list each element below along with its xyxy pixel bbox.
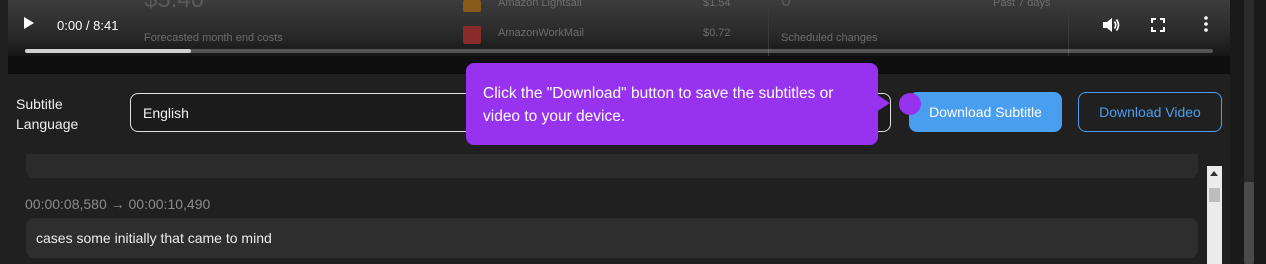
tooltip-arrow [876,94,890,112]
download-subtitle-button[interactable]: Download Subtitle [909,92,1062,132]
video-scheduled-text: Scheduled changes [781,32,878,44]
cue-text: cases some initially that came to mind [36,230,272,246]
video-service-2: AmazonWorkMail [498,27,584,39]
scrollbar-thumb[interactable] [1244,182,1254,264]
video-price-1: $1.54 [703,0,731,9]
video-divider [1068,0,1069,56]
tooltip-text: Click the "Download" button to save the … [483,85,834,125]
workmail-icon [463,26,481,44]
list-item[interactable]: cases some initially that came to mind [26,218,1198,258]
language-select-value: English [143,105,189,121]
more-vertical-icon[interactable] [1204,16,1208,32]
volume-icon[interactable] [1101,17,1121,33]
video-past-text: Past 7 days [993,0,1051,9]
lightsail-icon [463,0,481,12]
scroll-up-icon[interactable] [1210,171,1218,176]
subtitle-language-label: Subtitle Language [16,96,79,132]
video-count: 0 [781,0,792,10]
fullscreen-icon[interactable] [1151,18,1165,32]
video-amount-text: $5.40 [144,0,204,14]
video-price-2: $0.72 [703,27,731,39]
tooltip-hotspot [899,93,921,115]
page: $5.40 Forecasted month end costs Amazon … [0,0,1266,264]
page-scrollbar[interactable] [1230,0,1266,264]
list-item[interactable] [26,154,1198,178]
video-frame: $5.40 Forecasted month end costs Amazon … [8,0,1230,56]
play-icon[interactable] [24,17,34,29]
cue-timestamp: 00:00:08,580 → 00:00:10,490 [25,196,211,212]
video-service-1: Amazon Lightsail [498,0,582,9]
video-forecast-text: Forecasted month end costs [144,32,283,44]
download-video-button[interactable]: Download Video [1078,92,1222,132]
scrollbar-thumb[interactable] [1209,188,1220,202]
video-progress-bar[interactable] [25,49,1213,53]
transcript-list: 00:00:08,580 → 00:00:10,490 cases some i… [0,154,1230,264]
video-time: 0:00 / 8:41 [57,18,119,33]
video-divider [768,0,769,56]
guide-tooltip: Click the "Download" button to save the … [466,63,878,145]
transcript-scrollbar[interactable] [1207,166,1222,264]
video-progress-fill [25,49,192,53]
